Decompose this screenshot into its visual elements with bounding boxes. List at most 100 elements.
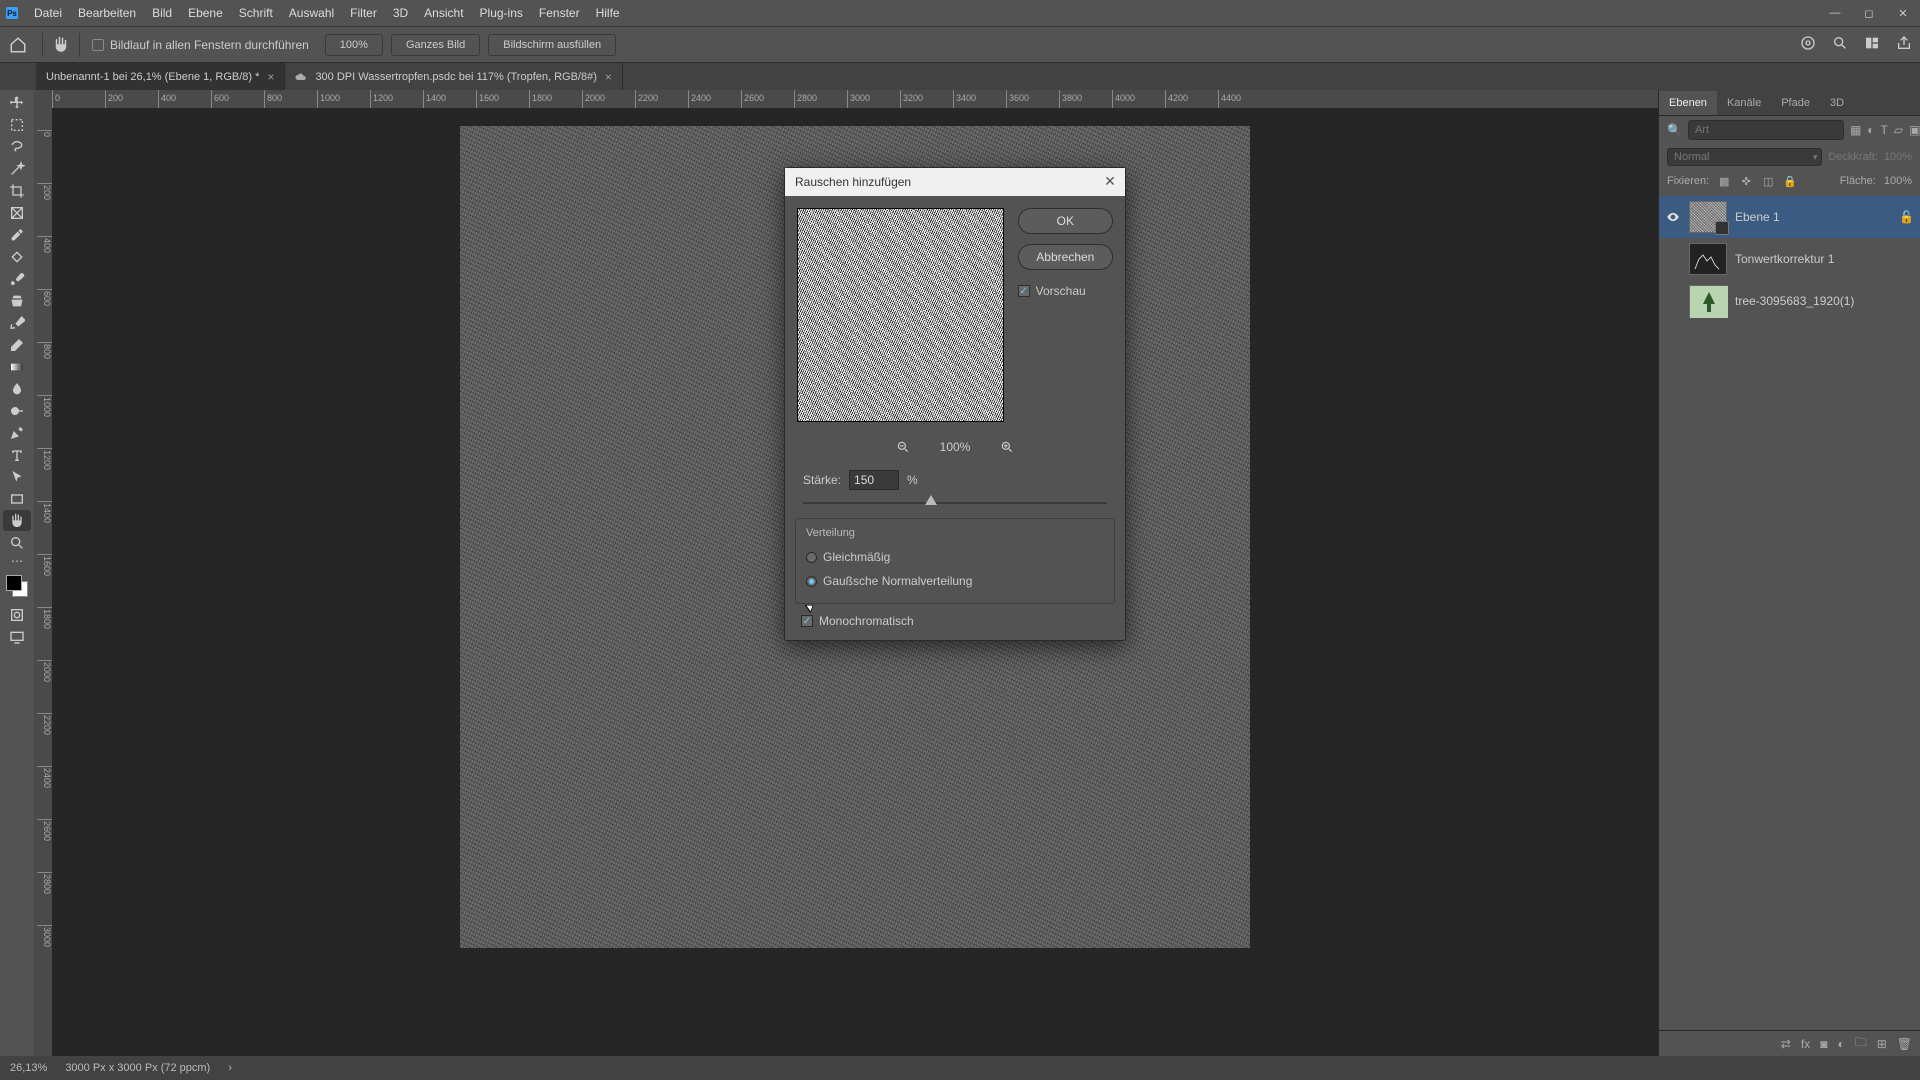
zoom-out-icon[interactable] <box>894 438 912 456</box>
add-mask-icon[interactable]: ◙ <box>1820 1037 1827 1051</box>
visibility-toggle[interactable] <box>1665 209 1681 225</box>
path-selection-tool[interactable] <box>3 466 31 487</box>
close-icon[interactable]: × <box>605 70 612 84</box>
uniform-radio[interactable]: Gleichmäßig <box>806 545 1104 569</box>
amount-slider[interactable] <box>803 494 1107 512</box>
menu-filter[interactable]: Filter <box>342 2 385 24</box>
status-docinfo[interactable]: 3000 Px x 3000 Px (72 ppcm) <box>65 1062 210 1074</box>
rectangle-tool[interactable] <box>3 488 31 509</box>
new-layer-icon[interactable]: ⊞ <box>1877 1037 1887 1051</box>
frame-tool[interactable] <box>3 202 31 223</box>
layer-row[interactable]: tree-3095683_1920(1) <box>1659 280 1920 322</box>
menu-auswahl[interactable]: Auswahl <box>281 2 342 24</box>
opacity-value[interactable]: 100% <box>1884 151 1912 163</box>
tab-pfade[interactable]: Pfade <box>1771 91 1820 115</box>
window-close[interactable]: ✕ <box>1886 0 1920 26</box>
fill-value[interactable]: 100% <box>1884 175 1912 187</box>
color-swatches[interactable] <box>6 575 28 597</box>
status-zoom[interactable]: 26,13% <box>10 1062 47 1074</box>
gradient-tool[interactable] <box>3 356 31 377</box>
layer-row[interactable]: Ebene 1 🔓 <box>1659 196 1920 238</box>
cancel-button[interactable]: Abbrechen <box>1018 244 1113 270</box>
zoom-100-button[interactable]: 100% <box>325 34 383 56</box>
doc-tab-active[interactable]: Unbenannt-1 bei 26,1% (Ebene 1, RGB/8) *… <box>36 63 285 90</box>
close-icon[interactable]: × <box>267 70 274 84</box>
hand-tool[interactable] <box>3 510 31 531</box>
type-tool[interactable] <box>3 444 31 465</box>
link-layers-icon[interactable]: ⇄ <box>1781 1037 1791 1051</box>
delete-layer-icon[interactable]: 🗑 <box>1897 1037 1912 1051</box>
cloud-docs-icon[interactable] <box>1800 35 1816 54</box>
adjustment-layer-icon[interactable]: ◐ <box>1837 1037 1844 1051</box>
blur-tool[interactable] <box>3 378 31 399</box>
fill-screen-button[interactable]: Bildschirm ausfüllen <box>488 34 616 56</box>
layer-name[interactable]: tree-3095683_1920(1) <box>1735 294 1854 308</box>
filter-pixel-icon[interactable]: ▦ <box>1850 123 1861 137</box>
menu-bearbeiten[interactable]: Bearbeiten <box>70 2 144 24</box>
home-icon[interactable] <box>4 31 32 59</box>
move-tool[interactable] <box>3 92 31 113</box>
menu-hilfe[interactable]: Hilfe <box>588 2 628 24</box>
visibility-toggle[interactable] <box>1665 251 1681 267</box>
search-icon[interactable] <box>1832 35 1848 54</box>
scroll-all-windows-checkbox[interactable]: Bildlauf in allen Fenstern durchführen <box>84 38 317 52</box>
history-brush-tool[interactable] <box>3 312 31 333</box>
gaussian-radio[interactable]: Gaußsche Normalverteilung <box>806 569 1104 593</box>
marquee-tool[interactable] <box>3 114 31 135</box>
layer-name[interactable]: Ebene 1 <box>1735 210 1780 224</box>
crop-tool[interactable] <box>3 180 31 201</box>
window-minimize[interactable]: — <box>1818 0 1852 26</box>
menu-datei[interactable]: Datei <box>26 2 70 24</box>
layer-row[interactable]: Tonwertkorrektur 1 <box>1659 238 1920 280</box>
healing-brush-tool[interactable] <box>3 246 31 267</box>
lock-artboard-icon[interactable]: ◫ <box>1761 174 1775 188</box>
menu-plugins[interactable]: Plug-ins <box>472 2 531 24</box>
dialog-close-button[interactable]: ✕ <box>1101 172 1119 190</box>
dodge-tool[interactable] <box>3 400 31 421</box>
vertical-ruler[interactable]: 0200400600800100012001400160018002000220… <box>34 108 52 1056</box>
layer-lock-icon[interactable]: 🔓 <box>1899 210 1914 224</box>
brush-tool[interactable] <box>3 268 31 289</box>
horizontal-ruler[interactable]: 0200400600800100012001400160018002000220… <box>52 90 1658 108</box>
ruler-origin[interactable] <box>34 90 52 108</box>
zoom-in-icon[interactable] <box>998 438 1016 456</box>
layer-thumbnail[interactable] <box>1689 243 1727 275</box>
layer-name[interactable]: Tonwertkorrektur 1 <box>1735 252 1834 266</box>
tab-ebenen[interactable]: Ebenen <box>1659 91 1717 115</box>
blend-mode-select[interactable]: Normal ▾ <box>1667 148 1822 166</box>
preview-checkbox[interactable]: ✓ Vorschau <box>1018 280 1113 298</box>
eraser-tool[interactable] <box>3 334 31 355</box>
fit-all-button[interactable]: Ganzes Bild <box>391 34 480 56</box>
screen-mode-icon[interactable] <box>3 626 31 647</box>
menu-3d[interactable]: 3D <box>385 2 416 24</box>
quick-mask-icon[interactable] <box>3 604 31 625</box>
visibility-toggle[interactable] <box>1665 293 1681 309</box>
dialog-preview[interactable] <box>797 208 1004 422</box>
filter-type-icon[interactable]: T <box>1881 123 1888 137</box>
lock-position-icon[interactable]: ✜ <box>1739 174 1753 188</box>
amount-input[interactable] <box>849 470 899 490</box>
filter-smart-icon[interactable]: ▣ <box>1909 123 1920 137</box>
status-arrow-icon[interactable]: › <box>228 1062 232 1074</box>
menu-bild[interactable]: Bild <box>144 2 180 24</box>
filter-adjust-icon[interactable]: ◐ <box>1867 123 1874 137</box>
zoom-tool[interactable] <box>3 532 31 553</box>
edit-toolbar-icon[interactable]: ⋯ <box>3 554 31 568</box>
monochromatic-checkbox[interactable]: ✓ Monochromatisch <box>785 614 1125 640</box>
tab-3d[interactable]: 3D <box>1820 91 1854 115</box>
workspace-icon[interactable] <box>1864 35 1880 54</box>
lock-all-icon[interactable]: 🔒 <box>1783 174 1797 188</box>
menu-fenster[interactable]: Fenster <box>531 2 588 24</box>
menu-schrift[interactable]: Schrift <box>231 2 281 24</box>
tab-kanaele[interactable]: Kanäle <box>1717 91 1771 115</box>
lock-pixels-icon[interactable]: ▩ <box>1717 174 1731 188</box>
new-group-icon[interactable]: 🗀 <box>1855 1033 1867 1054</box>
slider-handle[interactable] <box>925 495 937 505</box>
filter-shape-icon[interactable]: ▱ <box>1894 123 1903 137</box>
dialog-titlebar[interactable]: Rauschen hinzufügen ✕ <box>785 168 1125 196</box>
layer-thumbnail[interactable] <box>1689 201 1727 233</box>
foreground-color-swatch[interactable] <box>6 575 22 591</box>
share-icon[interactable] <box>1896 35 1912 54</box>
layer-thumbnail[interactable] <box>1689 285 1727 317</box>
pen-tool[interactable] <box>3 422 31 443</box>
